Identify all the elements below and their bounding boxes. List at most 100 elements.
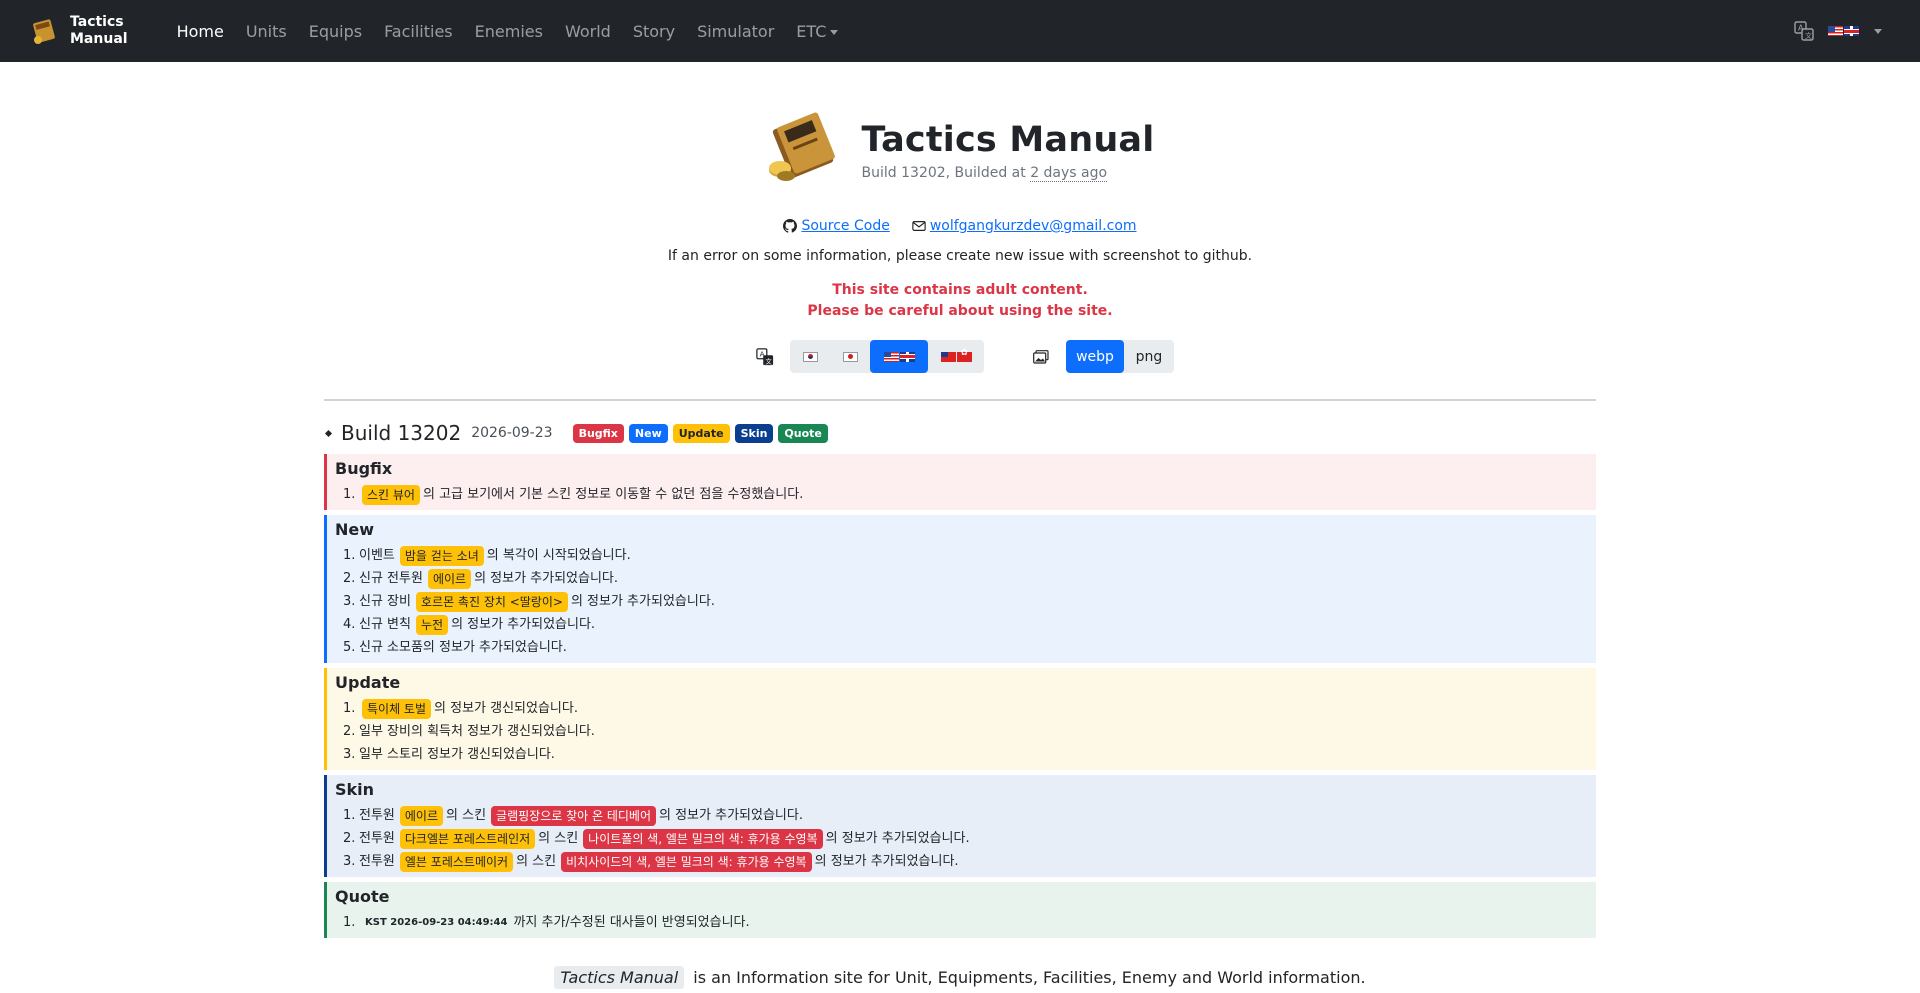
page-title: Tactics Manual xyxy=(861,119,1155,160)
nav-home[interactable]: Home xyxy=(166,22,235,41)
lang-english-button[interactable] xyxy=(870,340,928,373)
svg-text:文: 文 xyxy=(1805,31,1812,40)
unit-chip[interactable]: 다크엘븐 포레스트레인저 xyxy=(399,828,536,849)
item-text: 의 정보가 추가되었습니다. xyxy=(814,854,959,869)
item-prefix: 전투원 xyxy=(359,831,395,846)
footer-description: Tactics Manual is an Information site fo… xyxy=(324,966,1596,989)
item-prefix: 신규 변칙 xyxy=(359,617,411,632)
item-mid: 의 스킨 xyxy=(446,808,487,823)
list-item: 1. 스킨 뷰어 의 고급 보기에서 기본 스킨 정보로 이동할 수 없던 점을 수… xyxy=(343,483,1588,506)
item-number: 1. xyxy=(343,701,356,716)
lang-japanese-button[interactable] xyxy=(830,340,870,373)
settings-toolbar: A文 webp png xyxy=(0,340,1920,373)
jp-flag-icon xyxy=(842,351,858,362)
badge-skin: Skin xyxy=(734,423,774,443)
nav-world[interactable]: World xyxy=(554,22,622,41)
item-number: 1. xyxy=(343,808,356,823)
changelog: Build 13202 2026-09-23 Bugfix New Update… xyxy=(324,421,1596,989)
entity-chip[interactable]: 밤을 걷는 소녀 xyxy=(399,545,484,566)
format-webp-button[interactable]: webp xyxy=(1066,340,1124,373)
item-text: 의 정보가 추가되었습니다. xyxy=(570,594,715,609)
nav-story[interactable]: Story xyxy=(622,22,686,41)
email-label[interactable]: wolfgangkurzdev@gmail.com xyxy=(930,218,1137,234)
section-title: Bugfix xyxy=(335,459,393,478)
translate-icon: A文 xyxy=(746,347,784,366)
nav-simulator[interactable]: Simulator xyxy=(686,22,785,41)
item-number: 2. xyxy=(343,571,356,586)
item-number: 1. xyxy=(343,487,356,502)
section-title: Update xyxy=(335,673,401,692)
kr-flag-icon xyxy=(802,351,818,362)
nav-etc-label: ETC xyxy=(796,21,827,41)
envelope-icon xyxy=(912,221,926,231)
brand-line1: Tactics xyxy=(70,14,124,30)
unit-chip[interactable]: 엘븐 포레스트메이커 xyxy=(399,851,514,872)
section-quote: Quote 1. KST 2026-09-23 04:49:44 까지 추가/수정된… xyxy=(324,882,1596,938)
entity-chip[interactable]: 특이체 토벌 xyxy=(362,698,432,719)
nav-facilities[interactable]: Facilities xyxy=(373,22,464,41)
brand[interactable]: Tactics Manual xyxy=(28,14,128,48)
nav-etc-dropdown[interactable]: ETC xyxy=(785,22,849,41)
build-badges: Bugfix New Update Skin Quote xyxy=(572,423,828,443)
build-header[interactable]: Build 13202 2026-09-23 Bugfix New Update… xyxy=(324,421,1596,445)
svg-text:A: A xyxy=(760,349,765,358)
item-number: 5. xyxy=(343,640,356,655)
lang-korean-button[interactable] xyxy=(790,340,830,373)
skin-chip[interactable]: 비치사이드의 색, 엘븐 밀크의 색: 휴가용 수영복 xyxy=(561,851,812,872)
issue-note: If an error on some information, please … xyxy=(667,248,1253,264)
item-text: 의 정보가 추가되었습니다. xyxy=(474,571,619,586)
entity-chip[interactable]: 에이르 xyxy=(427,568,472,589)
item-text: 의 정보가 갱신되었습니다. xyxy=(434,701,578,716)
links-row: Source Code wolfgangkurzdev@gmail.com xyxy=(0,218,1920,234)
site-name: Tactics Manual xyxy=(554,966,685,989)
nav-enemies[interactable]: Enemies xyxy=(464,22,554,41)
source-code-link[interactable]: Source Code xyxy=(783,218,890,234)
entity-chip[interactable]: 스킨 뷰어 xyxy=(362,484,420,505)
github-icon xyxy=(783,219,798,233)
item-prefix: 일부 장비의 획득처 정보가 갱신되었습니다. xyxy=(359,724,595,739)
item-text: 의 정보가 추가되었습니다. xyxy=(451,617,596,632)
email-link[interactable]: wolfgangkurzdev@gmail.com xyxy=(912,218,1137,234)
item-prefix: 일부 스토리 정보가 갱신되었습니다. xyxy=(359,747,555,762)
nav-equips[interactable]: Equips xyxy=(298,22,373,41)
badge-update: Update xyxy=(672,423,730,443)
build-info: Build 13202, Builded at 2 days ago xyxy=(861,164,1155,182)
format-png-button[interactable]: png xyxy=(1124,340,1174,373)
language-dropdown[interactable] xyxy=(1828,26,1882,36)
entity-chip[interactable]: 호르몬 촉진 장치 <딸랑이> xyxy=(415,591,568,612)
list-item: 3. 신규 장비 호르몬 촉진 장치 <딸랑이> 의 정보가 추가되었습니다. xyxy=(343,590,1588,613)
section-bugfix: Bugfix 1. 스킨 뷰어 의 고급 보기에서 기본 스킨 정보로 이동할 수 … xyxy=(324,454,1596,510)
entity-chip[interactable]: 누전 xyxy=(415,614,449,635)
translate-icon[interactable]: A文 xyxy=(1794,21,1814,41)
list-item: 4. 신규 변칙 누전 의 정보가 추가되었습니다. xyxy=(343,613,1588,636)
list-item: 5. 신규 소모품의 정보가 추가되었습니다. xyxy=(343,636,1588,659)
nav-links: Home Units Equips Facilities Enemies Wor… xyxy=(166,22,850,41)
nav-units[interactable]: Units xyxy=(235,22,298,41)
language-selector xyxy=(790,340,984,373)
top-navbar: Tactics Manual Home Units Equips Facilit… xyxy=(0,0,1920,62)
source-code-label[interactable]: Source Code xyxy=(801,218,889,234)
badge-new: New xyxy=(628,423,668,443)
list-item: 2. 전투원 다크엘븐 포레스트레인저 의 스킨 나이트폴의 색, 엘븐 밀크의 색: … xyxy=(343,827,1588,850)
svg-text:文: 文 xyxy=(765,356,772,365)
list-item: 1. 이벤트 밤을 걷는 소녀 의 복각이 시작되었습니다. xyxy=(343,544,1588,567)
uk-flag-icon xyxy=(899,351,915,362)
list-item: 3. 일부 스토리 정보가 갱신되었습니다. xyxy=(343,743,1588,766)
item-number: 1. xyxy=(343,548,356,563)
unit-chip[interactable]: 에이르 xyxy=(399,805,444,826)
brand-logo-icon xyxy=(28,15,60,47)
item-number: 3. xyxy=(343,854,356,869)
manual-book-logo-icon xyxy=(766,112,848,188)
item-number: 2. xyxy=(343,831,356,846)
item-prefix: 전투원 xyxy=(359,854,395,869)
build-prefix: Build 13202, Builded at xyxy=(861,164,1026,181)
brand-line2: Manual xyxy=(70,31,128,47)
item-prefix: 신규 전투원 xyxy=(359,571,423,586)
build-title: Build 13202 xyxy=(341,421,462,445)
item-text: 의 정보가 추가되었습니다. xyxy=(659,808,803,823)
image-icon xyxy=(1022,349,1060,364)
badge-quote: Quote xyxy=(778,423,828,443)
lang-chinese-button[interactable] xyxy=(928,340,984,373)
skin-chip[interactable]: 글램핑장으로 찾아 온 테디베어 xyxy=(491,805,656,826)
skin-chip[interactable]: 나이트폴의 색, 엘븐 밀크의 색: 휴가용 수영복 xyxy=(583,828,823,849)
